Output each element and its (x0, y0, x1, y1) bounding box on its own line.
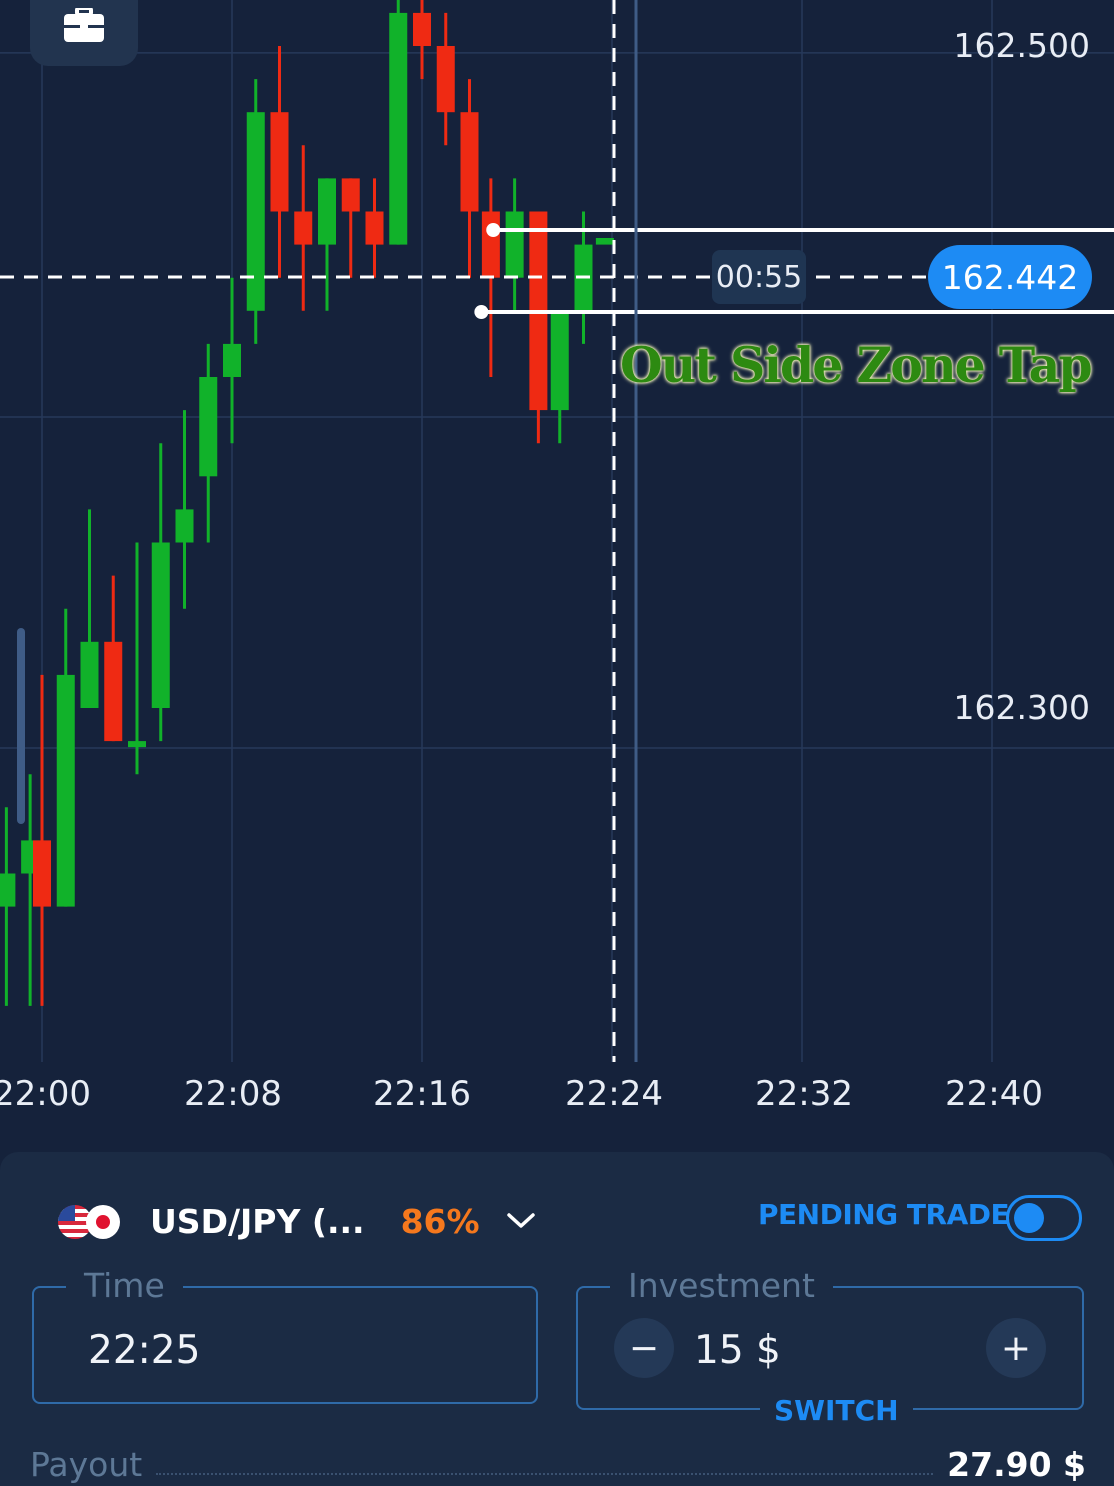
time-axis-label: 22:16 (373, 1074, 471, 1114)
candle-body (460, 112, 479, 212)
candle-body (505, 211, 524, 278)
switch-currency-button[interactable]: SWITCH (760, 1394, 913, 1428)
investment-field[interactable]: Investment − 15 $ + SWITCH (576, 1266, 1084, 1428)
briefcase-icon (64, 8, 104, 42)
payout-percent: 86% (400, 1201, 480, 1241)
price-axis-label-high: 162.500 (953, 26, 1090, 65)
candle-body (104, 641, 123, 742)
trading-screen: 162.500 162.300 00:55 162.442 Out Side Z… (0, 0, 1114, 1486)
candle-body (318, 178, 336, 245)
price-chart[interactable] (0, 0, 1114, 1150)
time-axis-label: 22:24 (565, 1074, 663, 1114)
candle-body (175, 509, 194, 543)
scroll-indicator (17, 628, 25, 824)
candle-body (550, 310, 569, 411)
asset-name: USD/JPY (... (150, 1201, 365, 1241)
candle-body (389, 12, 408, 245)
candle-body (436, 46, 455, 113)
candle-body (223, 343, 241, 377)
candle-body (80, 641, 99, 708)
candle-body (270, 112, 289, 212)
payout-label: Payout (30, 1444, 143, 1484)
candle-body (294, 211, 313, 245)
candle-body (413, 12, 431, 46)
asset-selector[interactable]: USD/JPY (... 86% (58, 1196, 536, 1246)
time-axis-label: 22:32 (755, 1074, 853, 1114)
candle-body (151, 542, 170, 708)
candle-body (365, 211, 384, 245)
time-field-label: Time (66, 1266, 183, 1306)
time-field[interactable]: Time 22:25 (32, 1266, 538, 1404)
candle-body (246, 112, 265, 311)
price-axis-label-low: 162.300 (953, 688, 1090, 727)
pending-trade-toggle[interactable] (1006, 1195, 1082, 1241)
payout-leader-dots (156, 1472, 934, 1475)
candle-body (0, 873, 16, 907)
japan-flag-icon (86, 1205, 120, 1239)
zone-upper-handle (486, 223, 501, 237)
pending-trade-label[interactable]: PENDING TRADE (758, 1198, 1010, 1231)
currency-flags (58, 1203, 122, 1239)
increase-investment-button[interactable]: + (986, 1318, 1046, 1378)
investment-value[interactable]: 15 $ (694, 1328, 781, 1373)
decrease-investment-button[interactable]: − (614, 1318, 674, 1378)
zone-lower-handle (474, 305, 489, 319)
investment-field-label: Investment (610, 1266, 833, 1306)
countdown-timer: 00:55 (712, 250, 806, 304)
toggle-knob (1014, 1203, 1044, 1233)
current-price-badge: 162.442 (928, 245, 1092, 309)
time-value: 22:25 (88, 1328, 201, 1373)
chart-overlays (0, 0, 1114, 1062)
candles (0, 0, 614, 1006)
candle-body (33, 840, 51, 907)
time-axis-label: 22:00 (0, 1074, 91, 1114)
chevron-down-icon[interactable] (506, 1206, 536, 1236)
candle-body (128, 741, 146, 748)
payout-row: Payout 27.90 $ (30, 1440, 1086, 1486)
candle-body (341, 178, 360, 212)
chart-grid (0, 0, 1114, 1062)
candle-body (199, 377, 218, 477)
time-axis-label: 22:40 (945, 1074, 1043, 1114)
portfolio-button[interactable] (30, 0, 138, 66)
candle-body (595, 237, 614, 245)
candle-body (481, 211, 500, 278)
zone-annotation: Out Side Zone Tap (620, 336, 1093, 394)
time-axis-label: 22:08 (184, 1074, 282, 1114)
candle-body (56, 674, 75, 907)
payout-value: 27.90 $ (947, 1444, 1086, 1484)
